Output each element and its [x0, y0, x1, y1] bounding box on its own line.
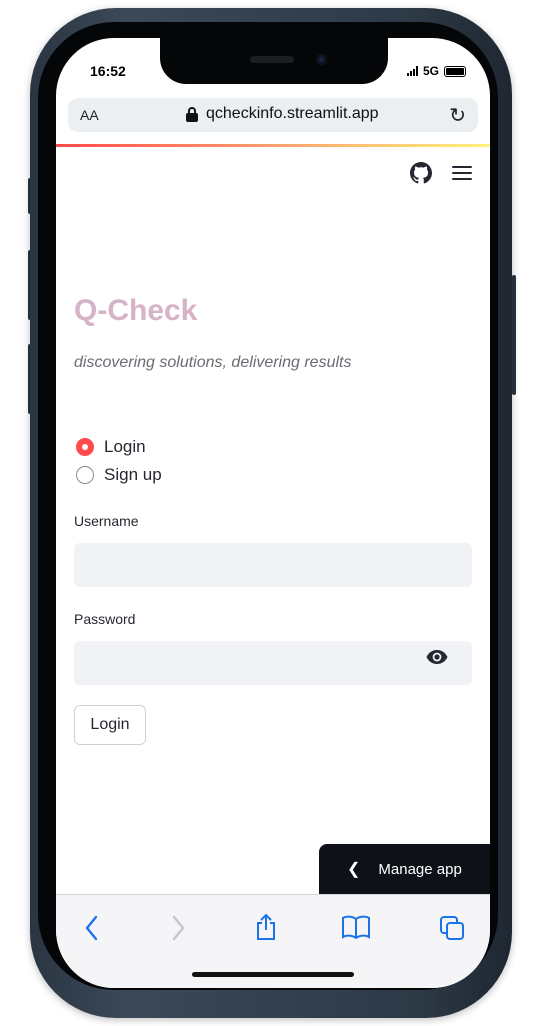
radio-option-signup[interactable]: Sign up — [76, 465, 162, 485]
notch — [160, 38, 388, 84]
front-camera — [316, 54, 327, 65]
login-button[interactable]: Login — [74, 705, 146, 745]
home-indicator — [192, 972, 354, 977]
radio-unselected-icon[interactable] — [76, 466, 94, 484]
url-text[interactable]: qcheckinfo.streamlit.app — [206, 105, 379, 123]
eye-icon[interactable] — [426, 650, 448, 664]
bookmarks-icon[interactable] — [341, 915, 371, 939]
side-button-power — [512, 275, 516, 395]
streamlit-header-gradient — [56, 144, 490, 147]
speaker-grille — [250, 56, 294, 63]
radio-selected-icon[interactable] — [76, 438, 94, 456]
page-subtitle: discovering solutions, delivering result… — [74, 354, 352, 371]
battery-icon — [444, 65, 466, 77]
username-input[interactable] — [74, 543, 472, 587]
status-time: 16:52 — [90, 63, 126, 79]
signal-icon — [406, 66, 418, 76]
status-indicators: 5G — [406, 64, 466, 78]
password-label: Password — [74, 611, 136, 627]
share-icon[interactable] — [254, 913, 278, 941]
phone-screen: 16:52 5G AA qcheckinfo.streamlit.app ↻ Q… — [56, 38, 490, 988]
manage-app-label: Manage app — [378, 860, 462, 878]
lock-icon — [186, 107, 198, 122]
radio-option-login[interactable]: Login — [76, 437, 146, 457]
address-bar[interactable]: AA qcheckinfo.streamlit.app ↻ — [68, 98, 478, 132]
manage-app-button[interactable]: ❮ Manage app — [319, 844, 490, 894]
reload-icon[interactable]: ↻ — [449, 103, 466, 128]
tabs-icon[interactable] — [439, 915, 465, 941]
username-label: Username — [74, 513, 139, 529]
forward-icon[interactable] — [172, 915, 186, 941]
back-icon[interactable] — [84, 915, 98, 941]
radio-label-signup: Sign up — [104, 465, 162, 484]
password-input[interactable] — [74, 641, 472, 685]
radio-label-login: Login — [104, 437, 146, 456]
text-size-button[interactable]: AA — [80, 107, 99, 123]
chevron-left-icon: ❮ — [347, 861, 361, 878]
menu-icon[interactable] — [452, 166, 472, 184]
network-label: 5G — [422, 64, 439, 78]
github-icon[interactable] — [410, 162, 432, 184]
page-title: Q-Check — [74, 294, 198, 327]
